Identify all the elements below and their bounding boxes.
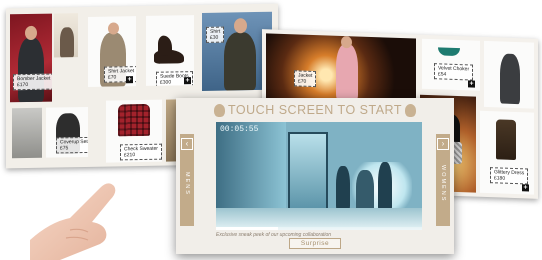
model-figure: [60, 27, 74, 58]
product-tile-check-sweater[interactable]: Check Sweater £210: [106, 99, 162, 163]
product-price: £54: [438, 71, 447, 78]
video-progress-fill: [216, 227, 278, 230]
price-tag: Check Sweater £210: [120, 143, 162, 161]
price-tag: Glittery Dress £180: [490, 167, 529, 185]
boot-shaft: [158, 35, 172, 56]
touch-header: TOUCH SCREEN TO START: [176, 101, 454, 119]
kiosk-mockup: Bomber Jacket £170 Shirt Jacket £70 + Su…: [0, 0, 542, 260]
dress-image: [496, 119, 516, 161]
mens-tab-label: MENS: [184, 172, 190, 196]
hand-touch-icon: [405, 104, 416, 117]
add-to-bag-icon[interactable]: +: [468, 80, 475, 88]
video-figure: [356, 170, 374, 212]
product-price: £30: [210, 34, 219, 41]
price-tag: Shirt £30: [206, 26, 225, 43]
sweater-image: [118, 103, 150, 137]
video-progress-bar[interactable]: [216, 227, 422, 230]
model-figure: [500, 53, 520, 105]
pointing-hand-icon: [30, 183, 116, 260]
product-tile-bomber-jacket[interactable]: Bomber Jacket £170: [10, 13, 52, 103]
touch-screen-panel[interactable]: TOUCH SCREEN TO START ‹ MENS › WOMENS 00…: [176, 98, 454, 254]
video-timecode: 00:05:55: [220, 125, 259, 134]
model-figure: [224, 32, 256, 91]
add-to-bag-icon[interactable]: +: [184, 77, 191, 85]
add-to-bag-icon[interactable]: +: [126, 76, 133, 84]
hand-touch-icon: [214, 104, 225, 117]
touch-to-start-title[interactable]: TOUCH SCREEN TO START: [228, 103, 402, 117]
chevron-right-icon[interactable]: ›: [437, 138, 449, 150]
product-tile-glittery-dress[interactable]: Glittery Dress £180 +: [480, 110, 534, 195]
product-tile-party-look[interactable]: Jacket £70: [266, 33, 416, 105]
price-tag: Jacket £70: [294, 70, 317, 88]
womens-tab[interactable]: › WOMENS: [436, 134, 450, 226]
model-figure: [336, 43, 358, 101]
womens-tab-label: WOMENS: [440, 165, 446, 203]
choker-image: [438, 47, 460, 57]
product-price: £180: [494, 175, 506, 182]
model-head: [234, 18, 247, 34]
price-tag: Velvet Choker £54: [434, 63, 474, 81]
product-tile-jacket-detail[interactable]: [12, 107, 42, 159]
product-tile-look[interactable]: [54, 13, 78, 58]
video-player[interactable]: 00:05:55: [216, 122, 422, 230]
product-price: £75: [60, 145, 69, 152]
product-tile-shirt-jacket[interactable]: Shirt Jacket £70 +: [88, 16, 136, 87]
surprise-button[interactable]: Surprise: [289, 238, 341, 249]
product-price: £210: [124, 152, 136, 159]
product-price: £170: [17, 81, 29, 89]
price-tag: Coverup Set £75: [56, 136, 88, 154]
product-price: £70: [298, 78, 307, 85]
video-scene-door: [288, 132, 328, 212]
video-figure: [336, 166, 350, 210]
price-tag: Bomber Jacket £170: [13, 73, 52, 91]
product-tile-coat-look[interactable]: [484, 40, 534, 109]
product-tile-suede-boots[interactable]: Suede Boots £300 +: [146, 15, 194, 86]
model-head: [341, 35, 352, 49]
video-figure: [378, 162, 392, 212]
add-to-bag-icon[interactable]: +: [522, 184, 529, 192]
product-tile-velvet-choker[interactable]: Velvet Choker £54 +: [422, 38, 480, 91]
model-figure: [18, 37, 44, 103]
mens-tab[interactable]: ‹ MENS: [180, 134, 194, 226]
chevron-left-icon[interactable]: ‹: [181, 138, 193, 150]
product-tile-coverup-set[interactable]: Coverup Set £75: [46, 106, 88, 158]
